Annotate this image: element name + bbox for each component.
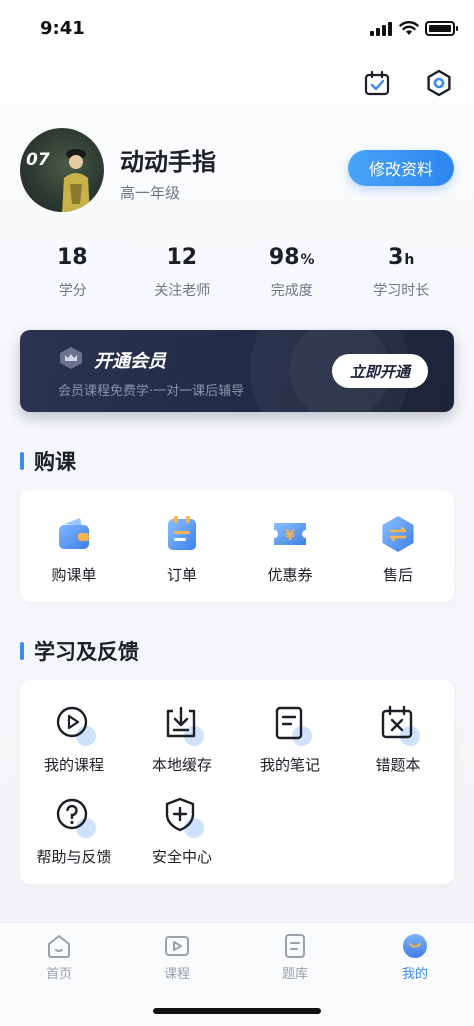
purchase-section-title: 购课 (20, 446, 76, 476)
grid-label: 我的笔记 (259, 756, 320, 774)
grid-item-my-notes[interactable]: 我的笔记 (236, 704, 344, 775)
download-icon (162, 704, 204, 746)
video-icon (164, 933, 190, 959)
grid-label: 售后 (382, 566, 413, 584)
open-vip-button[interactable]: 立即开通 (332, 354, 428, 388)
grid-label: 订单 (166, 566, 197, 584)
home-indicator[interactable] (153, 1008, 321, 1014)
vip-subtitle: 会员课程免费学·一对一课后辅导 (58, 384, 245, 399)
stat-value: 18 (56, 245, 88, 270)
stats-row: 18 学分 12 关注老师 98% 完成度 3h 学习时长 (18, 244, 456, 304)
grid-label: 我的课程 (43, 756, 104, 774)
status-bar: 9:41 (0, 0, 474, 56)
stat-label: 关注老师 (154, 283, 211, 299)
grid-item-orders[interactable]: 订单 (128, 514, 236, 585)
cellular-signal-icon (370, 22, 394, 36)
grid-item-security-center[interactable]: 安全中心 (128, 796, 236, 867)
section-title-text: 购课 (34, 450, 76, 474)
purchase-card: 购课单 订单 ¥ 优惠券 售后 (20, 490, 454, 602)
avatar[interactable]: 07 (20, 128, 104, 212)
grid-label: 错题本 (375, 756, 421, 774)
help-icon (54, 796, 96, 838)
shield-plus-icon (162, 796, 204, 838)
calendar-check-icon[interactable] (362, 68, 392, 98)
learning-card: 我的课程 本地缓存 我的笔记 错题本 帮助与反馈 安全中心 (20, 680, 454, 884)
tab-home[interactable]: 首页 (0, 933, 118, 982)
grid-label: 帮助与反馈 (36, 848, 112, 866)
stat-unit: h (404, 252, 415, 268)
section-accent-bar (20, 642, 24, 660)
tab-label: 我的 (401, 967, 428, 982)
stat-unit: % (300, 252, 315, 268)
tab-courses[interactable]: 课程 (118, 933, 236, 982)
tab-label: 首页 (45, 967, 72, 982)
section-accent-bar (20, 452, 24, 470)
battery-icon (425, 21, 458, 36)
profile-grade: 高一年级 (120, 184, 181, 202)
stat-value: 12 (166, 245, 198, 270)
profile-icon (402, 933, 428, 959)
stat-label: 学习时长 (373, 283, 430, 299)
home-icon (46, 933, 72, 959)
tab-profile[interactable]: 我的 (356, 933, 474, 982)
avatar-badge: 07 (26, 150, 50, 170)
stat-completion[interactable]: 98% 完成度 (237, 244, 347, 304)
svg-text:¥: ¥ (285, 528, 295, 544)
stat-value: 98 (268, 245, 300, 270)
wifi-icon (399, 20, 419, 36)
stat-followed-teachers[interactable]: 12 关注老师 (128, 244, 238, 304)
grid-label: 购课单 (51, 566, 97, 584)
grid-item-mistake-book[interactable]: 错题本 (344, 704, 452, 775)
profile-page: 9:41 07 动动手指 高一年级 修改资料 18 学分 12 关注老师 98% (0, 0, 474, 1026)
learning-section-title: 学习及反馈 (20, 636, 139, 666)
coupon-icon: ¥ (270, 514, 310, 554)
grid-item-my-courses[interactable]: 我的课程 (20, 704, 128, 775)
stat-study-time[interactable]: 3h 学习时长 (347, 244, 457, 304)
stat-credits[interactable]: 18 学分 (18, 244, 128, 304)
grid-label: 安全中心 (151, 848, 212, 866)
status-time: 9:41 (40, 18, 85, 39)
profile-name: 动动手指 (120, 148, 216, 176)
tab-question-bank[interactable]: 题库 (236, 933, 354, 982)
wallet-icon (54, 514, 94, 554)
order-icon (162, 514, 202, 554)
vip-banner[interactable]: 开通会员 会员课程免费学·一对一课后辅导 立即开通 (20, 330, 454, 412)
after-sales-icon (378, 514, 418, 554)
grid-label: 本地缓存 (151, 756, 212, 774)
settings-icon[interactable] (424, 68, 454, 98)
grid-item-local-cache[interactable]: 本地缓存 (128, 704, 236, 775)
grid-item-coupons[interactable]: ¥ 优惠券 (236, 514, 344, 585)
section-title-text: 学习及反馈 (34, 640, 139, 664)
calendar-x-icon (378, 704, 420, 746)
grid-item-cart[interactable]: 购课单 (20, 514, 128, 585)
grid-item-after-sales[interactable]: 售后 (344, 514, 452, 585)
tab-label: 课程 (163, 967, 190, 982)
stat-label: 完成度 (270, 283, 313, 299)
crown-icon (60, 347, 82, 369)
question-bank-icon (282, 933, 308, 959)
grid-item-help-feedback[interactable]: 帮助与反馈 (20, 796, 128, 867)
stat-value: 3 (388, 245, 404, 270)
tab-label: 题库 (281, 967, 308, 982)
play-circle-icon (54, 704, 96, 746)
edit-profile-button[interactable]: 修改资料 (348, 150, 454, 186)
stat-label: 学分 (58, 283, 87, 299)
grid-label: 优惠券 (267, 566, 313, 584)
avatar-figure-icon (62, 149, 90, 212)
note-icon (270, 704, 312, 746)
vip-title: 开通会员 (94, 351, 166, 372)
